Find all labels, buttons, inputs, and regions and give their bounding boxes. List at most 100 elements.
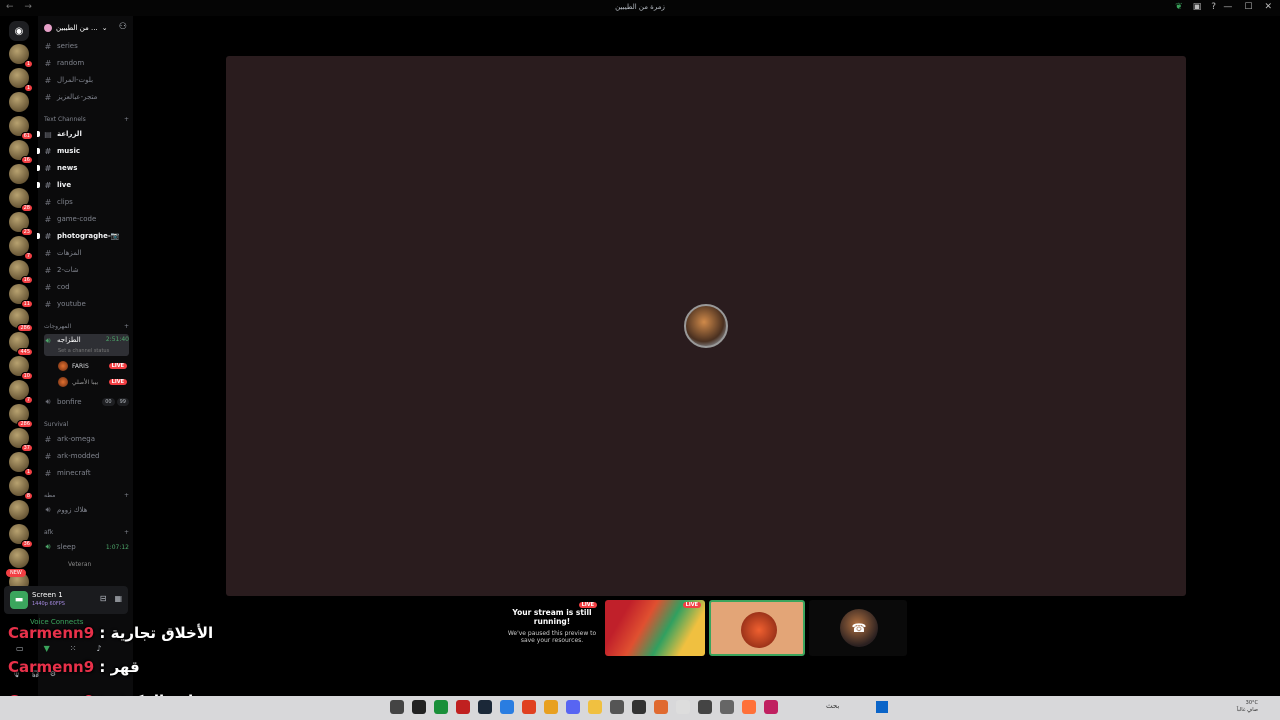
windows-start-icon[interactable] — [876, 701, 888, 713]
channel-ark-modded[interactable]: # ark-modded — [44, 449, 129, 463]
taskbar-app-icon[interactable] — [588, 700, 602, 714]
plus-icon[interactable]: + — [124, 492, 129, 499]
server-icon[interactable]: 1 — [9, 68, 33, 92]
weather-widget[interactable]: 30°C صافٍ غالباً — [1237, 700, 1258, 714]
channel-youtube[interactable]: # youtube — [44, 297, 129, 311]
channel-top-3[interactable]: # بلوت-المرال — [44, 73, 129, 87]
stream-paused-tile[interactable]: LIVE Your stream is still running! We've… — [503, 600, 601, 656]
server-icon[interactable]: 10 — [9, 356, 33, 380]
taskbar-app-icon[interactable] — [610, 700, 624, 714]
taskbar-app-icon[interactable] — [522, 700, 536, 714]
discord-home-icon[interactable]: ◉ — [9, 21, 29, 41]
inbox-icon[interactable]: ▣ — [1193, 2, 1202, 12]
server-icon[interactable]: 286 — [9, 308, 33, 332]
category-text-channels[interactable]: Text Channels + — [44, 116, 129, 123]
channel-minecraft[interactable]: # minecraft — [44, 466, 129, 480]
channel-status-hint[interactable]: Set a channel status — [58, 348, 109, 354]
stream-preview-tile[interactable]: LIVE — [605, 600, 705, 656]
taskbar-app-icon[interactable] — [478, 700, 492, 714]
taskbar-app-icon[interactable] — [654, 700, 668, 714]
taskbar-app-icon[interactable] — [434, 700, 448, 714]
activities-icon[interactable]: ⁙ — [70, 644, 77, 653]
hash-icon: # — [44, 197, 52, 207]
taskbar-search[interactable]: بحث — [826, 702, 839, 710]
stream-stage[interactable] — [226, 56, 1186, 596]
channel-cod[interactable]: # cod — [44, 280, 129, 294]
maximize-icon[interactable]: ☐ — [1244, 2, 1252, 12]
taskbar-app-icon[interactable] — [544, 700, 558, 714]
taskbar-app-icon[interactable] — [698, 700, 712, 714]
server-icon[interactable] — [9, 164, 29, 184]
soundboard-icon[interactable]: ♪ — [96, 644, 101, 653]
server-icon[interactable] — [9, 500, 29, 520]
category-voice[interactable]: المهروجات + — [44, 323, 129, 330]
server-icon[interactable]: 286 — [9, 404, 33, 428]
channel-text-8[interactable]: # المزهات — [44, 246, 129, 260]
channel-ark-omega[interactable]: # ark-omega — [44, 432, 129, 446]
server-icon[interactable]: 16 — [9, 140, 33, 164]
taskbar-app-icon[interactable] — [500, 700, 514, 714]
channel-clips[interactable]: # clips — [44, 195, 129, 209]
server-icon[interactable]: 16 — [9, 260, 33, 284]
screen-icon[interactable]: ▼ — [44, 644, 50, 653]
plus-icon[interactable]: + — [124, 529, 129, 536]
taskbar-app-icon[interactable] — [632, 700, 646, 714]
channel-music[interactable]: # music — [37, 144, 129, 158]
channel-photograghe[interactable]: # photograghe-📷 — [37, 229, 129, 243]
taskbar-app-icon[interactable] — [390, 700, 404, 714]
close-icon[interactable]: ✕ — [1264, 2, 1272, 12]
camera-icon[interactable]: ▭ — [16, 644, 24, 653]
channel-random[interactable]: # random — [44, 56, 129, 70]
taskbar-app-icon[interactable] — [742, 700, 756, 714]
server-icon[interactable]: 7 — [9, 380, 33, 404]
plus-icon[interactable]: + — [124, 323, 129, 330]
server-icon[interactable]: 1 — [9, 44, 33, 68]
channel-news[interactable]: # news — [37, 161, 129, 175]
category-survival[interactable]: Survival — [44, 421, 129, 428]
server-icon[interactable]: 11 — [9, 284, 33, 308]
taskbar-app-icon[interactable] — [720, 700, 734, 714]
server-icon[interactable]: 8 — [9, 476, 33, 500]
server-icon[interactable]: 23 — [9, 212, 33, 236]
server-icon[interactable]: 445 — [9, 332, 33, 356]
voice-user-veteran[interactable]: Veteran — [68, 557, 127, 571]
stop-stream-icon[interactable]: ⊟ — [100, 594, 107, 603]
voice-user-2[interactable]: بيبا الأصلي LIVE — [58, 375, 127, 389]
server-icon[interactable]: 1 — [9, 452, 33, 476]
server-icon[interactable]: 37 — [9, 428, 33, 452]
voice-user-faris[interactable]: FARIS LIVE — [58, 359, 127, 373]
category-afk[interactable]: afk + — [44, 529, 129, 536]
leaf-icon[interactable]: ❦ — [1175, 2, 1183, 12]
server-icon[interactable]: 7 — [9, 236, 33, 260]
plus-icon[interactable]: + — [124, 116, 129, 123]
voice-channel-zoom[interactable]: 🔊︎ هلاك زووم — [44, 503, 129, 517]
category-4[interactable]: مطه + — [44, 492, 129, 499]
settings-icon[interactable]: ▦ — [114, 594, 122, 603]
channel-live[interactable]: # live — [37, 178, 129, 192]
taskbar-app-icon[interactable] — [764, 700, 778, 714]
add-member-icon[interactable]: ⚇ — [119, 22, 127, 32]
channel-series[interactable]: # series — [44, 39, 129, 53]
guild-header[interactable]: من الطيبين ... ⌄ ⚇ — [38, 16, 133, 40]
minimize-icon[interactable]: — — [1223, 2, 1232, 12]
server-icon[interactable] — [9, 92, 29, 112]
server-icon[interactable] — [9, 548, 29, 568]
channel-top-4[interactable]: # متجر-عبالعزيز — [44, 90, 129, 104]
taskbar-app-icon[interactable] — [566, 700, 580, 714]
taskbar-app-icon[interactable] — [676, 700, 690, 714]
channel-text-9[interactable]: # شات-2 — [44, 263, 129, 277]
channel-game-code[interactable]: # game-code — [44, 212, 129, 226]
mention-badge: 1 — [23, 468, 33, 476]
voice-channel-sleep[interactable]: 🔊︎ sleep 1:07:12 — [44, 540, 129, 554]
help-icon[interactable]: ? — [1211, 2, 1216, 12]
mention-badge: 37 — [20, 444, 33, 452]
server-icon[interactable]: 61 — [9, 116, 33, 140]
server-icon[interactable]: 28 — [9, 188, 33, 212]
taskbar-app-icon[interactable] — [412, 700, 426, 714]
participant-tile-self[interactable] — [709, 600, 805, 656]
channel-text-1[interactable]: ▤ الزراعة — [37, 127, 129, 141]
participant-tile-call[interactable]: ☎ — [809, 600, 907, 656]
voice-channel-bonfire[interactable]: 🔊︎ bonfire 00 99 — [44, 395, 129, 409]
taskbar-app-icon[interactable] — [456, 700, 470, 714]
server-icon[interactable]: 36 — [9, 524, 33, 548]
